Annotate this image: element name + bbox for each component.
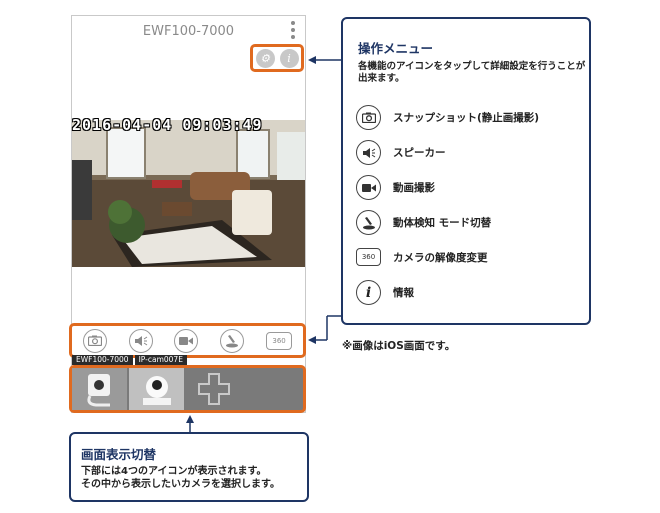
resolution-icon: 360 (356, 248, 381, 266)
feature-resolution: 360 カメラの解像度変更 (356, 245, 488, 269)
motion-detect-icon (356, 210, 381, 235)
video-icon (356, 175, 381, 200)
speaker-icon (356, 140, 381, 165)
feature-label: 動画撮影 (393, 182, 435, 194)
resolution-icon-text: 360 (361, 253, 376, 261)
description-line-2: その中から表示したいカメラを選択します。 (81, 479, 280, 490)
ios-note: ※画像はiOS画面です。 (342, 340, 456, 352)
panel-title: 操作メニュー (358, 41, 434, 56)
feature-label: スナップショット(静止画撮影) (393, 112, 540, 124)
panel-title: 画面表示切替 (81, 447, 157, 462)
panel-description: 各機能のアイコンをタップして詳細設定を行うことが出来ます。 (358, 61, 586, 84)
feature-label: カメラの解像度変更 (393, 251, 488, 264)
feature-snapshot: スナップショット(静止画撮影) (356, 105, 539, 130)
feature-label: 情報 (393, 287, 414, 299)
description-line-1: 下部には4つのアイコンが表示されます。 (81, 466, 267, 477)
feature-video: 動画撮影 (356, 175, 435, 200)
feature-label: 動体検知 モード切替 (393, 217, 492, 229)
feature-info: i 情報 (356, 280, 414, 305)
operation-menu-panel: 操作メニュー 各機能のアイコンをタップして詳細設定を行うことが出来ます。 スナッ… (341, 17, 591, 325)
screen-switch-panel: 画面表示切替 下部には4つのアイコンが表示されます。 その中から表示したいカメラ… (69, 432, 309, 502)
feature-label: スピーカー (393, 147, 446, 159)
feature-speaker: スピーカー (356, 140, 446, 165)
panel-description: 下部には4つのアイコンが表示されます。 その中から表示したいカメラを選択します。 (81, 465, 280, 491)
info-icon: i (356, 280, 381, 305)
feature-motion-detect: 動体検知 モード切替 (356, 210, 491, 235)
info-glyph: i (365, 284, 372, 301)
camera-icon (356, 105, 381, 130)
